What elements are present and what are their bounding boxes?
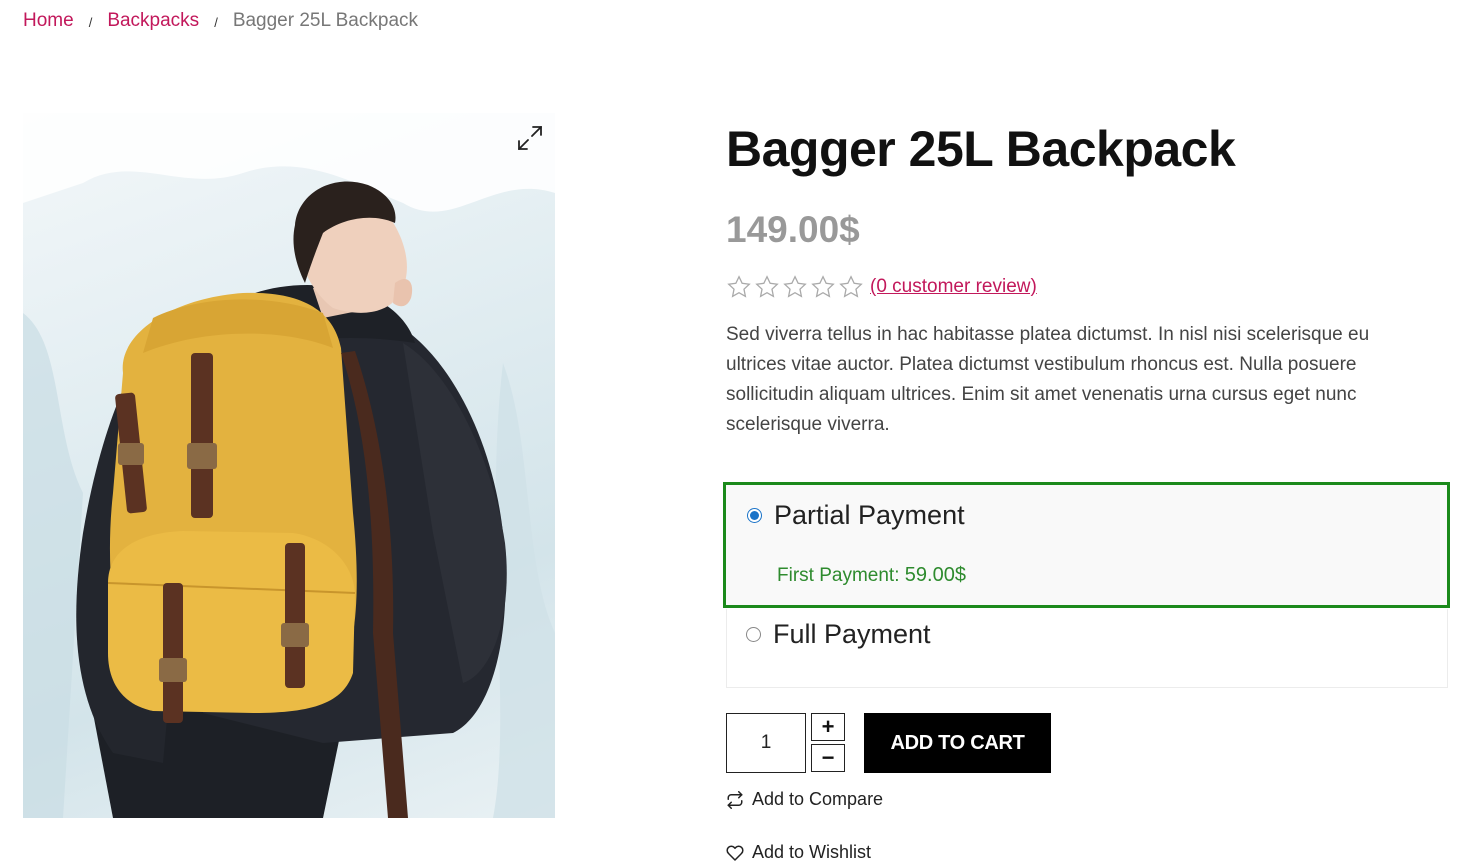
add-to-cart-form: + − ADD TO CART xyxy=(726,713,1051,773)
star-icon xyxy=(839,275,863,298)
breadcrumb-home-link[interactable]: Home xyxy=(23,10,74,32)
quantity-input[interactable] xyxy=(726,713,806,773)
first-payment-info: First Payment: 59.00$ xyxy=(777,564,966,587)
zoom-expand-icon[interactable] xyxy=(515,123,545,153)
star-icon xyxy=(811,275,835,298)
full-payment-row: Full Payment xyxy=(746,619,931,650)
quantity-plus-button[interactable]: + xyxy=(811,713,845,741)
customer-review-link[interactable]: (0 customer review) xyxy=(870,276,1037,298)
product-description: Sed viverra tellus in hac habitasse plat… xyxy=(726,324,1370,435)
full-payment-option[interactable]: Full Payment xyxy=(726,609,1448,688)
partial-payment-radio[interactable] xyxy=(747,508,762,523)
full-payment-radio[interactable] xyxy=(746,627,761,642)
add-to-compare-label: Add to Compare xyxy=(752,789,884,809)
breadcrumb-separator: / xyxy=(214,14,218,30)
first-payment-label: First Payment: xyxy=(777,565,900,586)
product-rating: (0 customer review) xyxy=(726,272,1448,302)
add-to-wishlist-label: Add to Wishlist xyxy=(752,842,872,862)
add-to-compare-link[interactable]: Add to Compare xyxy=(726,789,883,810)
star-icon xyxy=(727,275,751,298)
star-icon xyxy=(783,275,807,298)
quantity-minus-button[interactable]: − xyxy=(811,744,845,772)
breadcrumb-category-link[interactable]: Backpacks xyxy=(107,10,199,32)
first-payment-value: 59.00$ xyxy=(904,564,966,586)
quantity-stepper: + − xyxy=(811,713,845,773)
compare-arrows-icon xyxy=(727,790,743,809)
star-icon xyxy=(755,275,779,298)
partial-payment-label: Partial Payment xyxy=(774,500,965,530)
star-rating xyxy=(726,274,864,300)
product-image[interactable] xyxy=(23,113,555,818)
breadcrumb: Home / Backpacks / Bagger 25L Backpack xyxy=(23,10,418,32)
product-summary: Bagger 25L Backpack 149.00$ (0 customer … xyxy=(726,118,1448,440)
partial-payment-option[interactable]: Partial Payment First Payment: 59.00$ xyxy=(723,482,1450,608)
partial-payment-row: Partial Payment xyxy=(747,500,965,531)
breadcrumb-separator: / xyxy=(88,14,93,30)
product-photo xyxy=(23,113,555,818)
full-payment-label: Full Payment xyxy=(773,619,931,649)
breadcrumb-current: Bagger 25L Backpack xyxy=(232,10,419,31)
add-to-cart-button[interactable]: ADD TO CART xyxy=(864,713,1051,773)
product-title: Bagger 25L Backpack xyxy=(726,121,1236,177)
heart-icon xyxy=(726,844,744,861)
product-price: 149.00$ xyxy=(726,209,860,250)
add-to-wishlist-link[interactable]: Add to Wishlist xyxy=(726,842,871,863)
